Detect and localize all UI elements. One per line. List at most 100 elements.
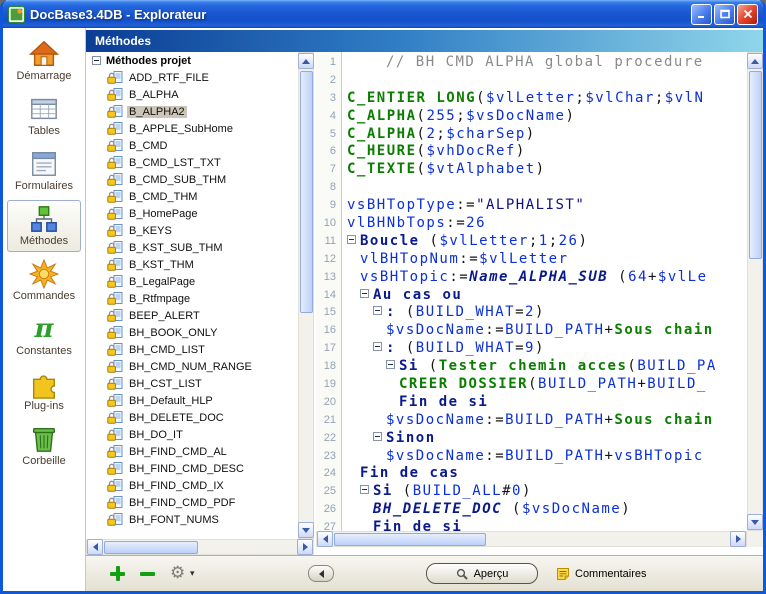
- minimize-button[interactable]: [691, 4, 712, 25]
- tree-item[interactable]: BH_CMD_NUM_RANGE: [86, 358, 298, 375]
- arrow-left-icon: [319, 570, 324, 578]
- sidebar-item-demarrage[interactable]: Démarrage: [7, 35, 81, 87]
- tree-item[interactable]: BH_CMD_LIST: [86, 341, 298, 358]
- tree-item[interactable]: B_APPLE_SubHome: [86, 120, 298, 137]
- method-lock-icon: [107, 258, 123, 271]
- editor-vertical-scrollbar[interactable]: [747, 52, 763, 531]
- scroll-left-arrow[interactable]: [317, 531, 333, 547]
- scroll-up-arrow[interactable]: [747, 53, 763, 69]
- options-button[interactable]: ⚙: [170, 563, 185, 583]
- tree-item-label: BH_FONT_NUMS: [127, 514, 221, 526]
- method-lock-icon: [107, 479, 123, 492]
- tree-item[interactable]: BH_Default_HLP: [86, 392, 298, 409]
- sidebar-item-corbeille[interactable]: Corbeille: [7, 420, 81, 472]
- tree-item[interactable]: BEEP_ALERT: [86, 307, 298, 324]
- tree-item-label: BH_CMD_LIST: [127, 344, 207, 356]
- scrollbar-thumb[interactable]: [300, 71, 313, 313]
- tree-item[interactable]: BH_BOOK_ONLY: [86, 324, 298, 341]
- scroll-down-arrow[interactable]: [298, 522, 314, 538]
- tree-item[interactable]: B_KST_THM: [86, 256, 298, 273]
- line-number: 4: [316, 108, 341, 126]
- magnifier-icon: [456, 568, 468, 580]
- scroll-right-arrow[interactable]: [730, 531, 746, 547]
- code-line: Si (Tester chemin acces(BUILD_PA: [343, 358, 747, 376]
- code-editor[interactable]: 1234567891011121314151617181920212223242…: [316, 52, 763, 547]
- tree-item[interactable]: BH_FONT_NUMS: [86, 511, 298, 528]
- tree-item[interactable]: B_ALPHA2: [86, 103, 298, 120]
- editor-horizontal-scrollbar[interactable]: [316, 531, 747, 547]
- line-number: 6: [316, 143, 341, 161]
- tree-root-label: Méthodes projet: [106, 55, 191, 67]
- scroll-right-arrow[interactable]: [297, 539, 313, 555]
- code-area[interactable]: // BH CMD ALPHA global procedureC_ENTIER…: [343, 52, 747, 531]
- tree-item[interactable]: B_KST_SUB_THM: [86, 239, 298, 256]
- fold-collapse-icon[interactable]: [386, 360, 395, 369]
- sidebar-item-formulaires[interactable]: Formulaires: [7, 145, 81, 197]
- tree-item[interactable]: B_LegalPage: [86, 273, 298, 290]
- tree-item-label: BH_FIND_CMD_IX: [127, 480, 226, 492]
- tree-root[interactable]: Méthodes projet: [86, 52, 298, 69]
- sidebar-item-label: Démarrage: [16, 70, 71, 82]
- preview-button[interactable]: Aperçu: [426, 563, 538, 584]
- comments-button-label: Commentaires: [575, 568, 647, 580]
- scroll-up-arrow[interactable]: [298, 53, 314, 69]
- sidebar-item-commandes[interactable]: Commandes: [7, 255, 81, 307]
- tree-item[interactable]: B_CMD_SUB_THM: [86, 171, 298, 188]
- sidebar-item-constantes[interactable]: πConstantes: [7, 310, 81, 362]
- add-method-button[interactable]: [110, 566, 125, 581]
- chevron-down-icon[interactable]: ▾: [190, 568, 195, 579]
- fold-collapse-icon[interactable]: [373, 342, 382, 351]
- maximize-button[interactable]: [714, 4, 735, 25]
- fold-collapse-icon[interactable]: [373, 306, 382, 315]
- scroll-down-arrow[interactable]: [747, 514, 763, 530]
- tree-item[interactable]: BH_DO_IT: [86, 426, 298, 443]
- close-button[interactable]: [737, 4, 758, 25]
- tree-item[interactable]: B_HomePage: [86, 205, 298, 222]
- tree-item[interactable]: ADD_RTF_FILE: [86, 69, 298, 86]
- tree-item[interactable]: BH_CST_LIST: [86, 375, 298, 392]
- scrollbar-thumb[interactable]: [749, 71, 762, 259]
- tree-item[interactable]: BH_FIND_CMD_PDF: [86, 494, 298, 511]
- bottom-toolbar: ⚙ ▾ Aperçu Commentaires: [86, 555, 763, 591]
- tree-item[interactable]: B_KEYS: [86, 222, 298, 239]
- tree-item[interactable]: B_Rtfmpage: [86, 290, 298, 307]
- method-lock-icon: [107, 394, 123, 407]
- line-number: 26: [316, 501, 341, 519]
- comments-button[interactable]: Commentaires: [556, 565, 647, 583]
- tree-item[interactable]: BH_FIND_CMD_IX: [86, 477, 298, 494]
- code-line: // BH CMD ALPHA global procedure: [343, 54, 747, 72]
- line-number: 24: [316, 465, 341, 483]
- delete-method-button[interactable]: [140, 566, 155, 581]
- scrollbar-thumb[interactable]: [334, 533, 486, 546]
- tree-item[interactable]: BH_FIND_CMD_AL: [86, 443, 298, 460]
- scrollbar-thumb[interactable]: [104, 541, 198, 554]
- tree-vertical-scrollbar[interactable]: [298, 52, 314, 539]
- scrollbar-corner: [747, 531, 763, 547]
- maximize-icon: [720, 9, 730, 19]
- code-line: [343, 179, 747, 197]
- fold-collapse-icon[interactable]: [360, 289, 369, 298]
- tree-item[interactable]: B_CMD_THM: [86, 188, 298, 205]
- code-line: Fin de si: [343, 394, 747, 412]
- tree-item[interactable]: B_CMD_LST_TXT: [86, 154, 298, 171]
- fold-collapse-icon[interactable]: [360, 485, 369, 494]
- fold-collapse-icon[interactable]: [373, 432, 382, 441]
- line-number: 11: [316, 233, 341, 251]
- tree-item[interactable]: B_CMD: [86, 137, 298, 154]
- sidebar-item-plugins[interactable]: Plug-ins: [7, 365, 81, 417]
- sidebar-item-methodes[interactable]: Méthodes: [7, 200, 81, 252]
- titlebar[interactable]: DocBase3.4DB - Explorateur: [3, 0, 763, 28]
- tree-item[interactable]: BH_FIND_CMD_DESC: [86, 460, 298, 477]
- sidebar-item-tables[interactable]: Tables: [7, 90, 81, 142]
- tree-item[interactable]: B_ALPHA: [86, 86, 298, 103]
- scroll-left-arrow[interactable]: [87, 539, 103, 555]
- fold-collapse-icon[interactable]: [347, 235, 356, 244]
- table-icon: [28, 94, 60, 124]
- code-line: BH_DELETE_DOC ($vsDocName): [343, 501, 747, 519]
- method-tree[interactable]: Méthodes projet ADD_RTF_FILEB_ALPHAB_ALP…: [86, 52, 298, 539]
- tree-item[interactable]: BH_DELETE_DOC: [86, 409, 298, 426]
- tree-horizontal-scrollbar[interactable]: [86, 539, 314, 555]
- collapse-preview-button[interactable]: [308, 565, 334, 582]
- line-number: 13: [316, 269, 341, 287]
- collapse-icon[interactable]: [92, 56, 101, 65]
